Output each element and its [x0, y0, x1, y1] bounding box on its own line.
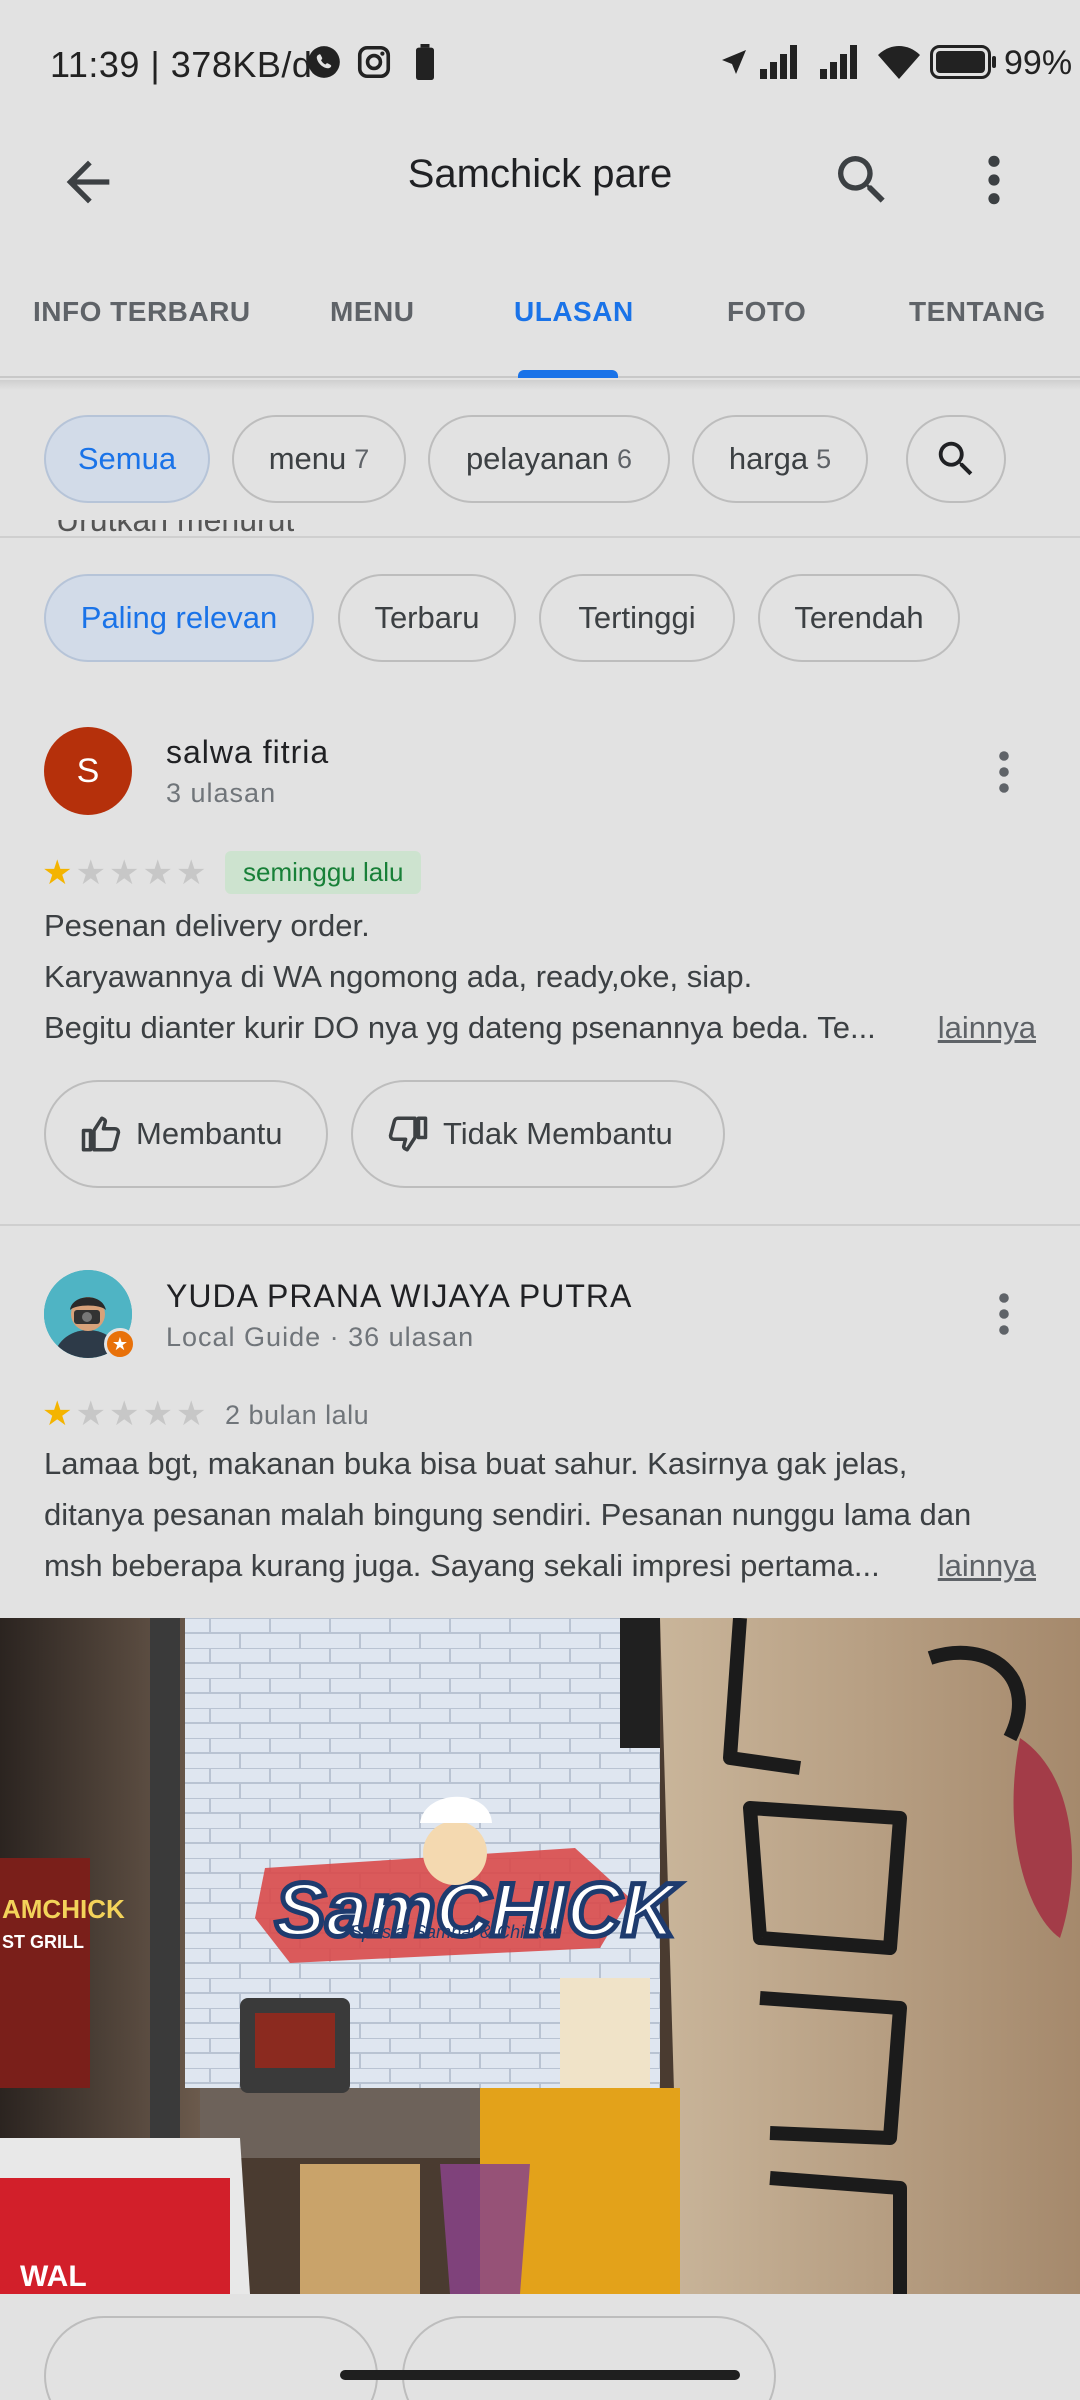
review-text-line: ditanya pesanan malah bingung sendiri. P… — [44, 1497, 972, 1532]
more-vert-icon — [999, 751, 1009, 793]
avatar-letter: S — [76, 751, 100, 790]
chip-harga[interactable]: harga 5 — [692, 415, 868, 503]
chip-label: Terbaru — [374, 600, 480, 635]
chip-label: pelayanan — [465, 441, 610, 476]
review-photo[interactable]: SamCHICK Spesial Sambal & Chicken AMCHIC… — [0, 1618, 1080, 2294]
review-text-line: Pesenan delivery order. — [44, 908, 370, 943]
tab-info-terbaru[interactable]: INFO TERBARU — [33, 296, 251, 328]
avatar[interactable]: ★ — [44, 1270, 136, 1360]
active-tab-indicator — [518, 370, 618, 378]
photo-logo-tagline: Spesial Sambal & Chicken — [350, 1922, 562, 1942]
restaurant-photo-image: SamCHICK Spesial Sambal & Chicken AMCHIC… — [0, 1618, 1080, 2294]
read-more-link[interactable]: lainnya — [931, 1540, 1036, 1591]
battery-percent: 99% — [1004, 44, 1073, 82]
search-icon — [938, 441, 973, 476]
helpful-button-partial[interactable] — [44, 2316, 378, 2400]
more-vert-icon — [988, 155, 1000, 205]
battery-icon — [930, 40, 998, 84]
not-helpful-button-partial[interactable] — [402, 2316, 776, 2400]
tab-bar: INFO TERBARU MENU ULASAN FOTO TENTANG — [0, 270, 1080, 378]
review-more-button[interactable] — [980, 1282, 1028, 1346]
tab-shadow — [0, 380, 1080, 390]
reviewer-meta: 3 ulasan — [166, 778, 277, 808]
page-title: Samchick pare — [407, 152, 673, 196]
instagram-icon — [356, 40, 392, 84]
review-text-line: Begitu dianter kurir DO nya yg dateng ps… — [44, 1010, 876, 1045]
review-text-line: msh beberapa kurang juga. Sayang sekali … — [44, 1548, 880, 1583]
reviewer-name[interactable]: salwa fitria — [166, 734, 329, 771]
helpful-button[interactable]: Membantu — [44, 1080, 328, 1188]
battery-saver-icon — [414, 40, 436, 84]
local-guide-badge-icon: ★ — [104, 1328, 136, 1360]
review-date: 2 bulan lalu — [225, 1400, 370, 1430]
search-button[interactable] — [830, 148, 894, 212]
thumb-up-icon — [81, 1116, 121, 1152]
chip-semua[interactable]: Semua — [44, 415, 210, 503]
chip-menu[interactable]: menu 7 — [232, 415, 406, 503]
chip-label: Paling relevan — [80, 600, 278, 635]
star-rating: ★ ★ ★ ★ ★ — [42, 1397, 206, 1431]
more-options-button[interactable] — [962, 148, 1026, 212]
sort-heading: Urutkan menurut — [56, 520, 295, 538]
reviewer-name[interactable]: YUDA PRANA WIJAYA PUTRA — [166, 1278, 632, 1315]
star-icon: ★ — [42, 1395, 73, 1433]
chip-label: Terendah — [794, 600, 924, 635]
tab-ulasan[interactable]: ULASAN — [514, 296, 634, 328]
search-reviews-button[interactable] — [906, 415, 1006, 503]
signal-icon-1 — [760, 40, 808, 84]
star-icon: ★ — [75, 854, 106, 892]
whatsapp-icon — [305, 40, 343, 84]
not-helpful-button[interactable]: Tidak Membantu — [351, 1080, 725, 1188]
review-text-last: msh beberapa kurang juga. Sayang sekali … — [44, 1540, 1044, 1591]
home-indicator[interactable] — [340, 2370, 740, 2380]
wifi-icon — [878, 40, 920, 84]
sort-paling-relevan[interactable]: Paling relevan — [44, 574, 314, 662]
status-bar: 11:39 | 378KB/d 99% — [0, 0, 1080, 130]
tab-foto[interactable]: FOTO — [727, 296, 806, 328]
not-helpful-label: Tidak Membantu — [443, 1116, 673, 1151]
chip-pelayanan[interactable]: pelayanan 6 — [428, 415, 670, 503]
chip-count: 5 — [816, 443, 832, 474]
star-icon: ★ — [175, 1395, 207, 1433]
chip-label: Semua — [77, 441, 177, 476]
star-rating: ★ ★ ★ ★ ★ — [42, 856, 206, 890]
sort-terendah[interactable]: Terendah — [758, 574, 960, 662]
star-icon: ★ — [142, 854, 173, 892]
review-text-line: Lamaa bgt, makanan buka bisa buat sahur.… — [44, 1446, 908, 1481]
signal-icon-2 — [820, 40, 868, 84]
avatar[interactable]: S — [44, 727, 132, 815]
review-text-line: Karyawannya di WA ngomong ada, ready,oke… — [44, 959, 753, 994]
reviewer-meta: Local Guide · 36 ulasan — [166, 1322, 475, 1352]
thumb-down-icon — [388, 1116, 428, 1152]
location-arrow-icon — [718, 40, 750, 84]
chip-label: menu — [268, 441, 347, 476]
chip-count: 6 — [617, 443, 633, 474]
sort-terbaru[interactable]: Terbaru — [338, 574, 516, 662]
review-divider — [0, 1224, 1080, 1226]
star-icon: ★ — [175, 854, 207, 892]
star-icon: ★ — [108, 1395, 140, 1433]
photo-fridge-brand: WAL — [20, 2260, 87, 2293]
read-more-link[interactable]: lainnya — [931, 1002, 1036, 1053]
star-icon: ★ — [142, 1395, 173, 1433]
review-text-last: Begitu dianter kurir DO nya yg dateng ps… — [44, 1002, 1044, 1053]
star-icon: ★ — [42, 854, 73, 892]
chip-label: harga — [728, 441, 809, 476]
search-icon — [838, 156, 885, 203]
more-vert-icon — [999, 1293, 1009, 1335]
photo-left-sign: AMCHICK — [2, 1894, 125, 1924]
chip-label: Tertinggi — [578, 600, 696, 635]
sort-tertinggi[interactable]: Tertinggi — [539, 574, 735, 662]
star-icon: ★ — [75, 1395, 106, 1433]
tab-menu[interactable]: MENU — [330, 296, 414, 328]
chip-count: 7 — [354, 443, 370, 474]
status-time: 11:39 | 378KB/d — [50, 44, 313, 85]
review-date-badge: seminggu lalu — [225, 851, 422, 894]
tab-tentang[interactable]: TENTANG — [909, 296, 1046, 328]
review-more-button[interactable] — [980, 740, 1028, 804]
photo-left-sign-sub: ST GRILL — [2, 1932, 84, 1952]
star-icon: ★ — [108, 854, 140, 892]
helpful-label: Membantu — [136, 1116, 283, 1151]
